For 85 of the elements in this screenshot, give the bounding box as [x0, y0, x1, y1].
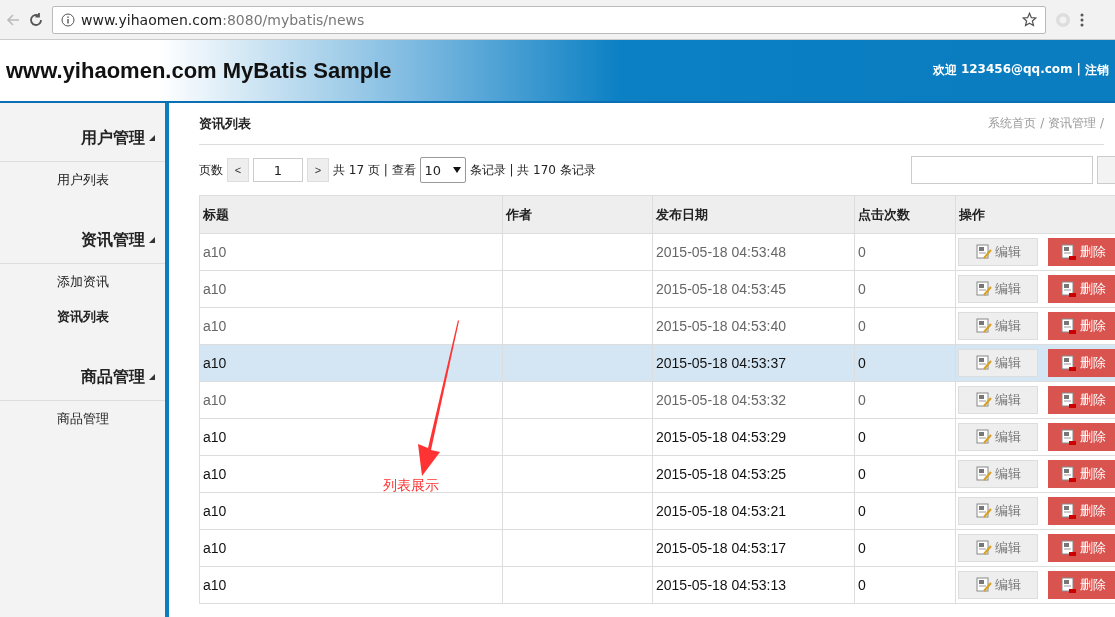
table-cell: 0	[854, 381, 956, 419]
table-row[interactable]: a10 2015-05-18 04:53:40 0 编辑 删除	[199, 307, 1115, 345]
delete-button[interactable]: 删除	[1048, 497, 1115, 525]
edit-button[interactable]: 编辑	[958, 497, 1038, 525]
page-count-text: 共 17 页 | 查看	[333, 161, 416, 179]
table-cell: a10	[199, 270, 503, 308]
sidebar-item[interactable]: 资讯列表	[0, 299, 165, 334]
table-cell: 2015-05-18 04:53:29	[652, 418, 855, 456]
logout-link[interactable]: 注销	[1085, 62, 1109, 79]
table-cell: 0	[854, 270, 956, 308]
sidebar-group-title[interactable]: 商品管理	[81, 366, 145, 388]
delete-button[interactable]: 删除	[1048, 534, 1115, 562]
table-cell: 2015-05-18 04:53:21	[652, 492, 855, 530]
table-row[interactable]: a10 2015-05-18 04:53:48 0 编辑 删除	[199, 233, 1115, 271]
pager-label: 页数	[199, 161, 223, 179]
page-title: 资讯列表	[199, 114, 251, 133]
delete-button[interactable]: 删除	[1048, 238, 1115, 266]
table-cell: 2015-05-18 04:53:13	[652, 566, 855, 604]
delete-button[interactable]: 删除	[1048, 423, 1115, 451]
table-cell: a10	[199, 566, 503, 604]
sidebar-item[interactable]: 用户列表	[0, 162, 165, 197]
annotation-text: 列表展示	[383, 477, 439, 495]
table-cell: a10	[199, 529, 503, 567]
table-cell: 2015-05-18 04:53:25	[652, 455, 855, 493]
table-cell: 0	[854, 529, 956, 567]
sidebar-item[interactable]: 商品管理	[0, 401, 165, 436]
table-row[interactable]: a10 2015-05-18 04:53:32 0 编辑 删除	[199, 381, 1115, 419]
delete-button[interactable]: 删除	[1048, 386, 1115, 414]
delete-button[interactable]: 删除	[1048, 312, 1115, 340]
table-cell: 2015-05-18 04:53:17	[652, 529, 855, 567]
table-row[interactable]: a10 2015-05-18 04:53:29 0 编辑 删除	[199, 418, 1115, 456]
table-cell: 0	[854, 233, 956, 271]
record-count-text: 条记录 | 共 170 条记录	[469, 161, 596, 179]
table-cell: 2015-05-18 04:53:32	[652, 381, 855, 419]
delete-button[interactable]: 删除	[1048, 275, 1115, 303]
edit-button[interactable]: 编辑	[958, 349, 1038, 377]
table-row[interactable]: a10 2015-05-18 04:53:21 0 编辑 删除	[199, 492, 1115, 530]
table-cell: 2015-05-18 04:53:45	[652, 270, 855, 308]
table-row[interactable]: a10 2015-05-18 04:53:45 0 编辑 删除	[199, 270, 1115, 308]
table-cell: 0	[854, 307, 956, 345]
previous-page-button[interactable]: <	[227, 158, 249, 182]
table-cell: a10	[199, 492, 503, 530]
edit-button[interactable]: 编辑	[958, 460, 1038, 488]
address-bar[interactable]: www.yihaomen.com:8080/mybatis/news	[52, 5, 1046, 34]
table-cell: 2015-05-18 04:53:40	[652, 307, 855, 345]
page-input[interactable]: 1	[253, 158, 303, 182]
welcome-text: 欢迎	[932, 62, 957, 79]
delete-button[interactable]: 删除	[1048, 460, 1115, 488]
page-size-select[interactable]: 10	[419, 157, 466, 183]
sidebar-group-title[interactable]: 资讯管理	[81, 229, 145, 251]
table-row[interactable]: a10 2015-05-18 04:53:13 0 编辑 删除	[199, 566, 1115, 604]
sidebar-item[interactable]: 添加资讯	[0, 264, 165, 299]
edit-button[interactable]: 编辑	[958, 238, 1038, 266]
breadcrumb: 系统首页 / 资讯管理 /	[988, 115, 1104, 132]
user-email: 123456@qq.com	[960, 62, 1073, 78]
site-title: www.yihaomen.com MyBatis Sample	[6, 57, 392, 84]
table-cell: 2015-05-18 04:53:48	[652, 233, 855, 271]
column-header: 标题	[199, 195, 503, 234]
delete-button[interactable]: 删除	[1048, 571, 1115, 599]
table-row[interactable]: a10 2015-05-18 04:53:17 0 编辑 删除	[199, 529, 1115, 567]
table-cell: a10	[199, 233, 503, 271]
table-cell: 0	[854, 492, 956, 530]
edit-button[interactable]: 编辑	[958, 534, 1038, 562]
table-row[interactable]: a10 2015-05-18 04:53:37 0 编辑 删除	[199, 344, 1115, 382]
sidebar-group-title[interactable]: 用户管理	[81, 127, 145, 149]
table-cell: a10	[199, 307, 503, 345]
table-cell: 0	[854, 455, 956, 493]
table-cell: 0	[854, 566, 956, 604]
delete-button[interactable]: 删除	[1048, 349, 1115, 377]
separator-text: |	[1076, 62, 1081, 78]
edit-button[interactable]: 编辑	[958, 571, 1038, 599]
column-header: 作者	[502, 195, 653, 234]
url-path: :8080/mybatis/news	[222, 11, 365, 28]
edit-button[interactable]: 编辑	[958, 275, 1038, 303]
column-header: 发布日期	[652, 195, 855, 234]
table-cell: 0	[854, 418, 956, 456]
next-page-button[interactable]: >	[307, 158, 329, 182]
edit-button[interactable]: 编辑	[958, 423, 1038, 451]
table-cell: 0	[854, 344, 956, 382]
column-header: 点击次数	[854, 195, 956, 234]
edit-button[interactable]: 编辑	[958, 386, 1038, 414]
edit-button[interactable]: 编辑	[958, 312, 1038, 340]
column-header: 操作	[955, 195, 1115, 234]
url-host: www.yihaomen.com	[81, 11, 223, 28]
table-cell: 2015-05-18 04:53:37	[652, 344, 855, 382]
